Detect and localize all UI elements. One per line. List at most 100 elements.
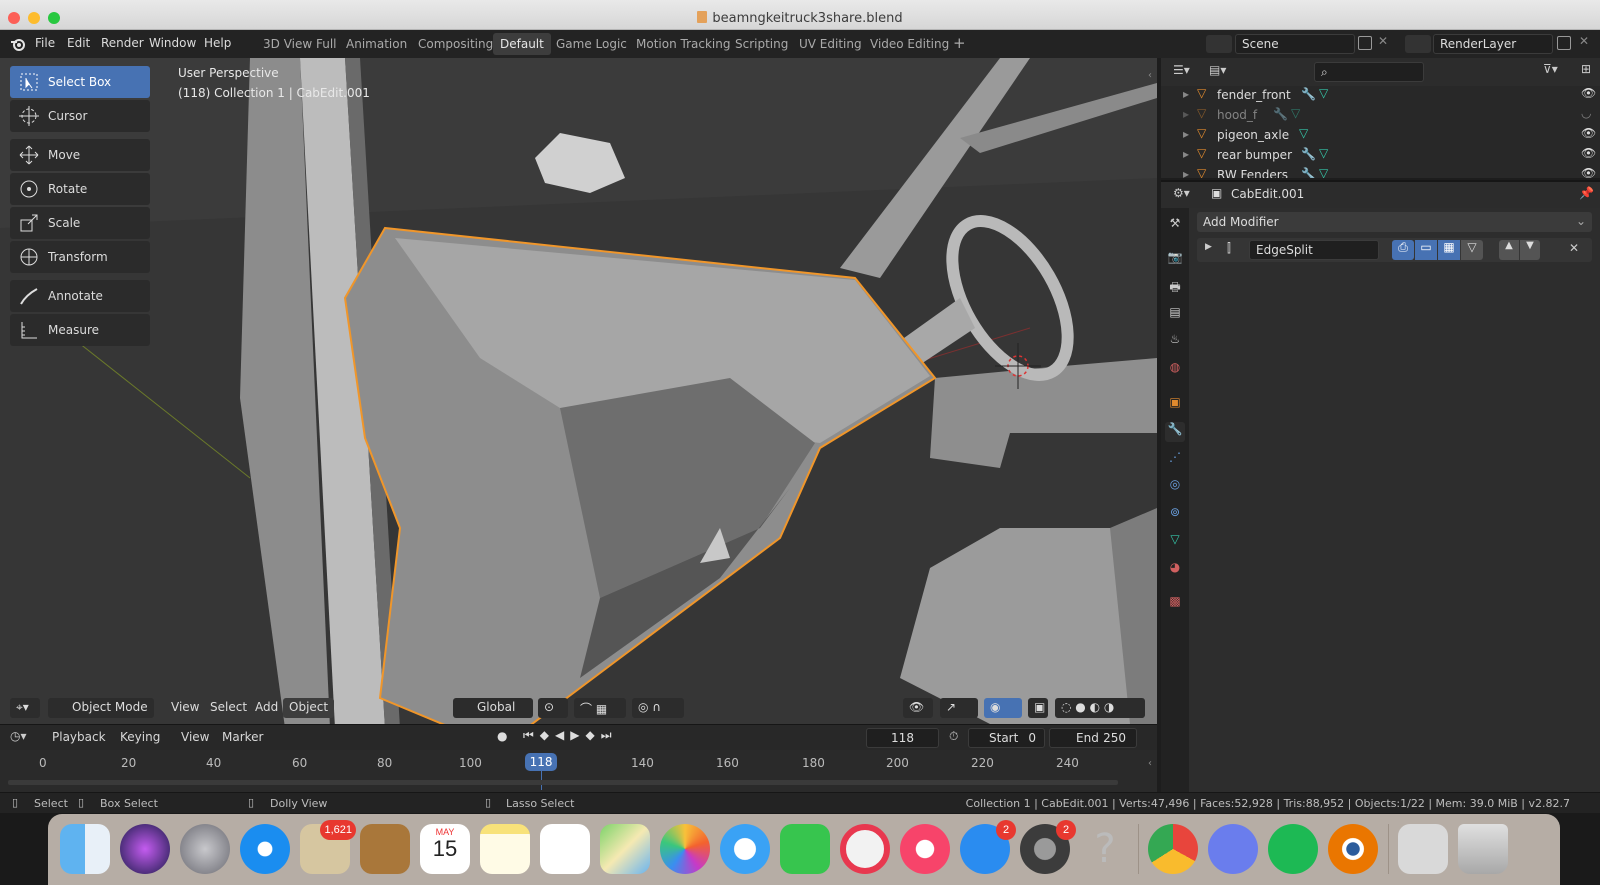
eye-icon[interactable]: 👁 bbox=[1581, 126, 1596, 140]
move-down-icon[interactable]: ▼ bbox=[1520, 240, 1540, 260]
timeline-ruler[interactable]: 0 20 40 60 80 100 140 160 180 200 220 24… bbox=[0, 750, 1157, 792]
menu-file[interactable]: File bbox=[35, 36, 55, 50]
tool-cursor[interactable]: Cursor bbox=[10, 100, 150, 132]
output-tab-icon[interactable]: 🖶 bbox=[1165, 278, 1185, 298]
menu-help[interactable]: Help bbox=[204, 36, 231, 50]
blender-logo-icon[interactable] bbox=[10, 36, 26, 52]
record-icon[interactable]: ● bbox=[497, 729, 507, 743]
tab-compositing[interactable]: Compositing bbox=[411, 33, 500, 55]
physics-tab-icon[interactable]: ◎ bbox=[1165, 477, 1185, 497]
view-layer-tab-icon[interactable]: ▤ bbox=[1165, 305, 1185, 325]
spotify-icon[interactable] bbox=[1268, 824, 1318, 874]
sidebar-toggle-icon[interactable]: ‹ bbox=[1148, 70, 1152, 81]
on-cage-icon[interactable]: ▽ bbox=[1461, 240, 1483, 260]
particles-tab-icon[interactable]: ⋰ bbox=[1165, 450, 1185, 470]
tool-tab-icon[interactable]: ⚒ bbox=[1165, 216, 1185, 236]
safari-icon[interactable] bbox=[240, 824, 290, 874]
pin-icon[interactable]: 📌 bbox=[1579, 186, 1594, 200]
realtime-display-icon[interactable]: ▭ bbox=[1415, 240, 1437, 260]
editor-type-icon[interactable]: ⌖▾ bbox=[10, 698, 40, 718]
app-store-icon[interactable]: 2 bbox=[960, 820, 1016, 874]
timeline-editor-icon[interactable]: ◷▾ bbox=[10, 729, 27, 743]
timeline-menu-marker[interactable]: Marker bbox=[222, 730, 263, 744]
timeline-menu-keying[interactable]: Keying bbox=[120, 730, 160, 744]
contacts-icon[interactable] bbox=[360, 824, 410, 874]
object-tab-icon[interactable]: ▣ bbox=[1165, 395, 1185, 415]
viewport-menu-view[interactable]: View bbox=[165, 698, 205, 718]
menu-window[interactable]: Window bbox=[149, 36, 196, 50]
eye-icon[interactable]: 👁 bbox=[1581, 146, 1596, 160]
eye-icon[interactable]: 👁 bbox=[1581, 166, 1596, 178]
new-renderlayer-icon[interactable] bbox=[1557, 36, 1571, 50]
finder-icon[interactable] bbox=[60, 824, 110, 874]
tool-move[interactable]: Move bbox=[10, 139, 150, 171]
data-tab-icon[interactable]: ▽ bbox=[1165, 532, 1185, 552]
mail-app-icon[interactable]: 1,621 bbox=[300, 820, 356, 874]
remove-modifier-icon[interactable]: ✕ bbox=[1569, 241, 1579, 255]
tab-scripting[interactable]: Scripting bbox=[728, 33, 795, 55]
timeline-scrollbar[interactable] bbox=[8, 780, 1118, 785]
photos-icon[interactable] bbox=[660, 824, 710, 874]
trash-icon[interactable] bbox=[1458, 824, 1508, 874]
unknown-app-icon[interactable]: ? bbox=[1080, 824, 1130, 874]
material-tab-icon[interactable]: ◕ bbox=[1165, 560, 1185, 580]
tab-default[interactable]: Default bbox=[493, 33, 551, 55]
eye-closed-icon[interactable]: ◡ bbox=[1581, 106, 1591, 120]
viewport-menu-select[interactable]: Select bbox=[204, 698, 253, 718]
pivot-point-icon[interactable]: ⊙ bbox=[538, 698, 568, 718]
modifier-tab-icon[interactable]: 🔧 bbox=[1165, 422, 1185, 442]
timeline-menu-view[interactable]: View bbox=[181, 730, 209, 744]
blender-dock-icon[interactable] bbox=[1328, 824, 1378, 874]
facetime-icon[interactable] bbox=[780, 824, 830, 874]
chrome-icon[interactable] bbox=[1148, 824, 1198, 874]
news-icon[interactable] bbox=[840, 824, 890, 874]
system-preferences-icon[interactable]: 2 bbox=[1020, 820, 1076, 874]
snap-icon[interactable]: ⌒ ▦ bbox=[574, 698, 626, 718]
messages-icon[interactable] bbox=[720, 824, 770, 874]
outliner-search-input[interactable]: ⌕ bbox=[1314, 62, 1424, 82]
expand-modifier-icon[interactable]: ▶ bbox=[1205, 242, 1212, 252]
discord-icon[interactable] bbox=[1208, 824, 1258, 874]
delete-renderlayer-icon[interactable]: ✕ bbox=[1579, 34, 1589, 48]
tool-rotate[interactable]: Rotate bbox=[10, 173, 150, 205]
downloads-stack-icon[interactable] bbox=[1398, 824, 1448, 874]
new-collection-icon[interactable]: ⊞ bbox=[1581, 62, 1591, 76]
tool-select-box[interactable]: Select Box bbox=[10, 66, 150, 98]
scene-name-field[interactable]: Scene bbox=[1235, 34, 1355, 54]
timeline-side-toggle-icon[interactable]: ‹ bbox=[1148, 758, 1152, 769]
tab-motion-tracking[interactable]: Motion Tracking bbox=[629, 33, 737, 55]
xray-icon[interactable]: ▣ bbox=[1028, 698, 1048, 718]
tool-measure[interactable]: Measure bbox=[10, 314, 150, 346]
calendar-icon[interactable]: MAY 15 bbox=[420, 824, 470, 874]
renderlayer-selector-icon[interactable] bbox=[1405, 35, 1431, 53]
move-up-icon[interactable]: ▲ bbox=[1499, 240, 1519, 260]
display-mode-icon[interactable]: ▤▾ bbox=[1209, 63, 1226, 77]
start-frame-field[interactable]: Start 0 bbox=[968, 728, 1045, 748]
add-workspace-icon[interactable]: + bbox=[947, 33, 972, 55]
scene-selector-icon[interactable] bbox=[1206, 35, 1232, 53]
tool-scale[interactable]: Scale bbox=[10, 207, 150, 239]
edit-mode-icon[interactable]: ▦ bbox=[1438, 240, 1460, 260]
outliner-item[interactable]: ▸ ▽ hood_f 🔧 ▽ ◡ bbox=[1161, 106, 1600, 126]
outliner-item[interactable]: ▸ ▽ pigeon_axle ▽ 👁 bbox=[1161, 126, 1600, 146]
gizmo-icon[interactable]: ↗ bbox=[940, 698, 978, 718]
tool-transform[interactable]: Transform bbox=[10, 241, 150, 273]
outliner-editor-icon[interactable]: ☰▾ bbox=[1173, 63, 1190, 77]
render-tab-icon[interactable]: 📷 bbox=[1165, 250, 1185, 270]
notes-icon[interactable] bbox=[480, 824, 530, 874]
outliner-item[interactable]: ▸ ▽ rear bumper 🔧 ▽ 👁 bbox=[1161, 146, 1600, 166]
3d-viewport[interactable]: User Perspective (118) Collection 1 | Ca… bbox=[0, 58, 1157, 724]
add-modifier-dropdown[interactable]: Add Modifier ⌄ bbox=[1197, 212, 1592, 232]
visibility-icon[interactable]: 👁 bbox=[903, 698, 933, 718]
proportional-editing-icon[interactable]: ◎ ∩ bbox=[632, 698, 684, 718]
viewport-menu-add[interactable]: Add bbox=[249, 698, 284, 718]
eye-icon[interactable]: 👁 bbox=[1581, 86, 1596, 100]
camera-render-icon[interactable]: ⎙ bbox=[1392, 240, 1414, 260]
scene-tab-icon[interactable]: ♨ bbox=[1165, 332, 1185, 352]
overlays-icon[interactable]: ◉ bbox=[984, 698, 1022, 718]
renderlayer-name-field[interactable]: RenderLayer bbox=[1433, 34, 1553, 54]
tab-uv-editing[interactable]: UV Editing bbox=[792, 33, 869, 55]
object-mode-dropdown[interactable]: Object Mode bbox=[48, 698, 154, 718]
playback-controls-icon[interactable]: ⏮◆◀▶◆⏭ bbox=[523, 728, 618, 743]
outliner-item[interactable]: ▸ ▽ RW Fenders 🔧 ▽ 👁 bbox=[1161, 166, 1600, 178]
